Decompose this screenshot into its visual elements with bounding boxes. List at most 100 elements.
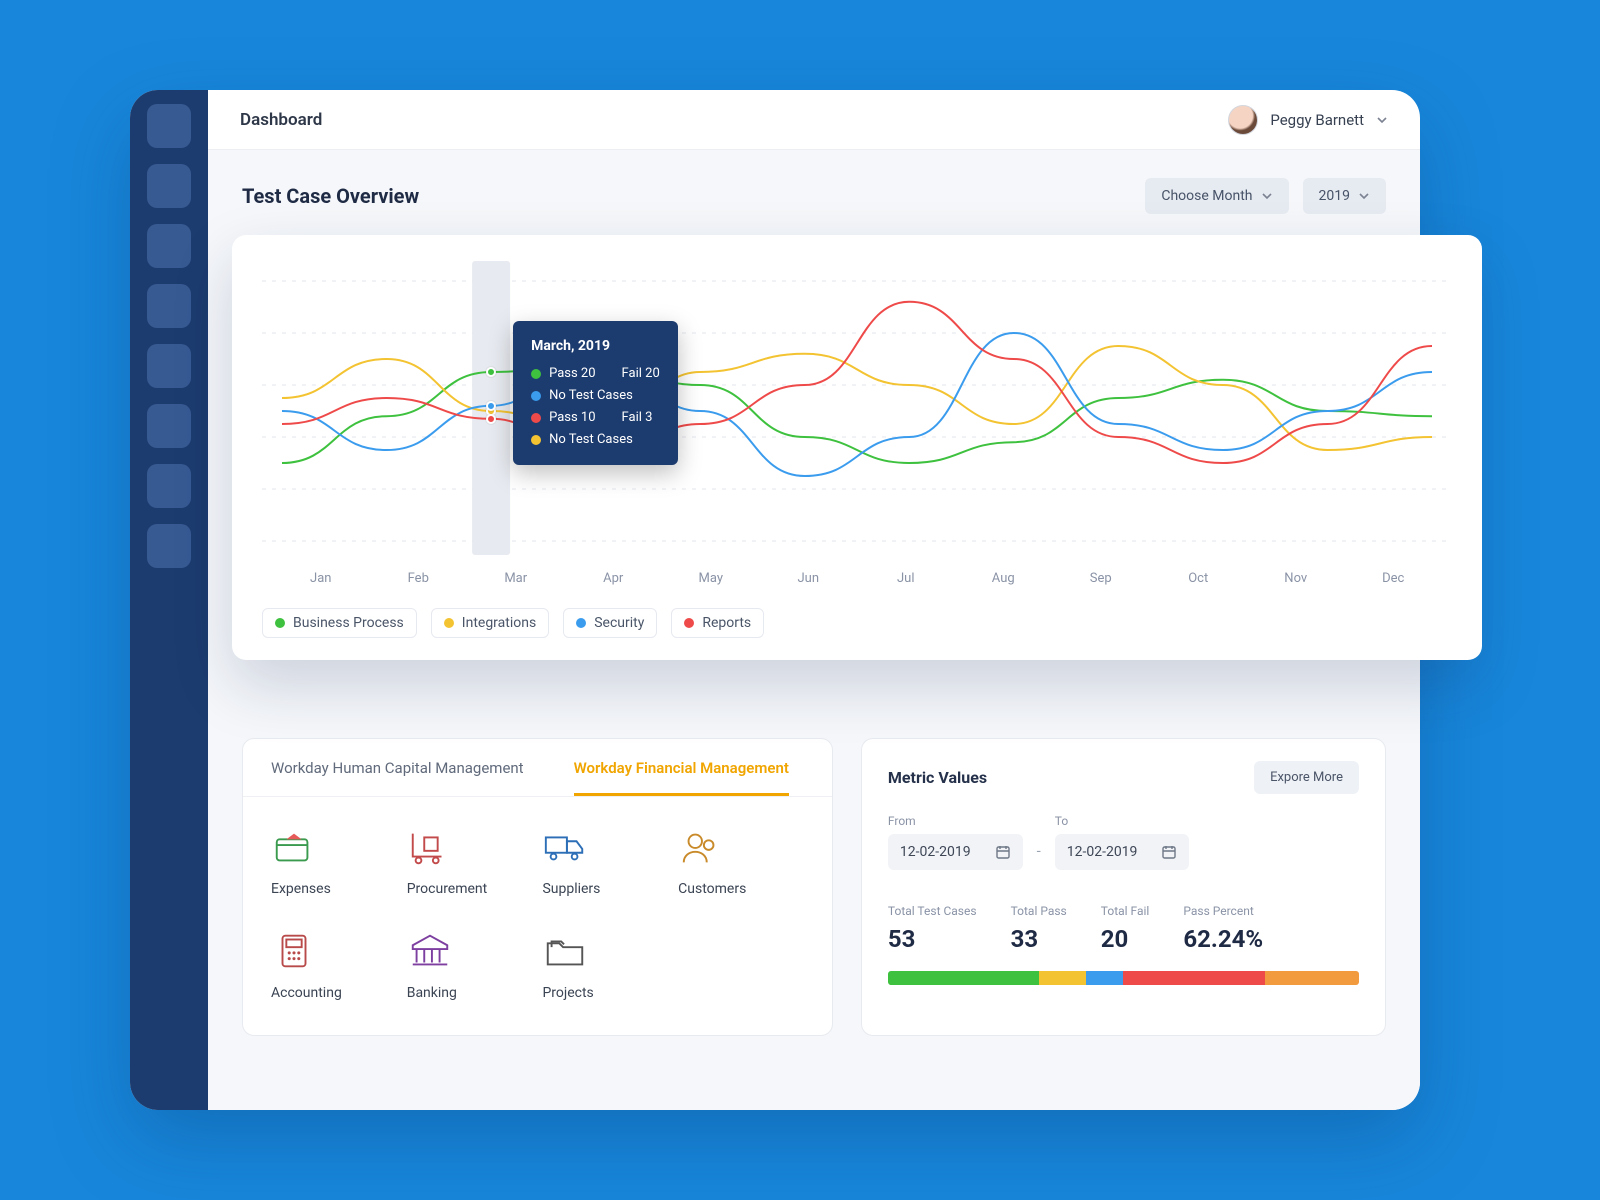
x-tick: Jun (760, 571, 858, 586)
date-range: From 12-02-2019 - To 12-02-2019 (888, 814, 1359, 870)
folder-icon (542, 931, 588, 971)
from-label: From (888, 814, 1023, 828)
explore-more-button[interactable]: Expore More (1254, 761, 1359, 794)
calendar-icon (995, 844, 1011, 860)
chevron-down-icon (1261, 190, 1273, 202)
tile-suppliers[interactable]: Suppliers (542, 827, 668, 897)
tile-grid: Expenses Procurement Suppliers Cust (243, 797, 832, 1035)
x-tick: Feb (370, 571, 468, 586)
x-tick: Nov (1247, 571, 1345, 586)
bar-seg-orange (1265, 971, 1359, 985)
dot-icon (684, 618, 694, 628)
to-label: To (1055, 814, 1190, 828)
stats-row: Total Test Cases 53 Total Pass 33 Total … (888, 900, 1359, 953)
tile-expenses[interactable]: Expenses (271, 827, 397, 897)
tile-label: Projects (542, 985, 593, 1001)
calculator-icon (271, 931, 317, 971)
tile-accounting[interactable]: Accounting (271, 931, 397, 1001)
x-tick: Sep (1052, 571, 1150, 586)
overview-filters: Choose Month 2019 (1145, 178, 1386, 214)
breadcrumb: Dashboard (240, 110, 322, 130)
dot-icon (275, 618, 285, 628)
user-name: Peggy Barnett (1270, 111, 1364, 129)
tile-label: Accounting (271, 985, 342, 1001)
legend-business-process[interactable]: Business Process (262, 608, 417, 638)
lower-row: Workday Human Capital Management Workday… (242, 738, 1386, 1036)
stat-label: Pass Percent (1183, 904, 1253, 918)
dot-icon (444, 618, 454, 628)
legend-label: Reports (702, 615, 751, 631)
bar-seg-green (888, 971, 1039, 985)
bar-seg-yellow (1039, 971, 1086, 985)
stat-label: Total Fail (1101, 904, 1150, 918)
from-date-input[interactable]: 12-02-2019 (888, 834, 1023, 870)
tile-customers[interactable]: Customers (678, 827, 804, 897)
x-tick: Jan (272, 571, 370, 586)
distribution-bar (888, 971, 1359, 985)
x-tick: Dec (1345, 571, 1443, 586)
stat-value: 62.24% (1183, 925, 1263, 953)
nav-item-3[interactable] (147, 224, 191, 268)
nav-item-4[interactable] (147, 284, 191, 328)
wallet-icon (271, 827, 317, 867)
stat-total-fail: Total Fail 20 (1101, 900, 1150, 953)
tile-label: Banking (407, 985, 457, 1001)
nav-item-5[interactable] (147, 344, 191, 388)
overview-header: Test Case Overview Choose Month 2019 (208, 150, 1420, 238)
legend-security[interactable]: Security (563, 608, 657, 638)
x-tick: Oct (1150, 571, 1248, 586)
trolley-icon (407, 827, 453, 867)
truck-icon (542, 827, 588, 867)
range-separator: - (1037, 842, 1041, 870)
month-select[interactable]: Choose Month (1145, 178, 1288, 214)
legend-reports[interactable]: Reports (671, 608, 764, 638)
legend-label: Integrations (462, 615, 536, 631)
stat-label: Total Test Cases (888, 904, 977, 918)
year-select[interactable]: 2019 (1303, 178, 1386, 214)
tile-label: Expenses (271, 881, 331, 897)
chart-marker (486, 414, 496, 424)
nav-item-1[interactable] (147, 104, 191, 148)
nav-item-8[interactable] (147, 524, 191, 568)
tile-label: Suppliers (542, 881, 600, 897)
stat-total-pass: Total Pass 33 (1011, 900, 1067, 953)
tab-financial[interactable]: Workday Financial Management (574, 759, 789, 796)
nav-item-2[interactable] (147, 164, 191, 208)
tabs: Workday Human Capital Management Workday… (243, 739, 832, 797)
bank-icon (407, 931, 453, 971)
users-icon (678, 827, 724, 867)
to-date-input[interactable]: 12-02-2019 (1055, 834, 1190, 870)
year-select-label: 2019 (1319, 188, 1350, 204)
x-tick: Jul (857, 571, 955, 586)
dot-icon (576, 618, 586, 628)
bar-seg-red (1123, 971, 1264, 985)
chart-card: March, 2019Pass 20Fail 20No Test CasesPa… (232, 235, 1482, 660)
calendar-icon (1161, 844, 1177, 860)
legend-label: Business Process (293, 615, 404, 631)
from-date-value: 12-02-2019 (900, 844, 971, 860)
stat-value: 33 (1011, 925, 1067, 953)
x-tick: Mar (467, 571, 565, 586)
tab-hcm[interactable]: Workday Human Capital Management (271, 759, 524, 796)
tile-label: Procurement (407, 881, 488, 897)
chevron-down-icon (1358, 190, 1370, 202)
stat-total-cases: Total Test Cases 53 (888, 900, 977, 953)
tile-projects[interactable]: Projects (542, 931, 668, 1001)
tile-procurement[interactable]: Procurement (407, 827, 533, 897)
avatar (1228, 105, 1258, 135)
nav-item-6[interactable] (147, 404, 191, 448)
x-tick: May (662, 571, 760, 586)
stat-value: 20 (1101, 925, 1150, 953)
bar-seg-blue (1086, 971, 1124, 985)
chevron-down-icon (1376, 114, 1388, 126)
chart-plot[interactable]: March, 2019Pass 20Fail 20No Test CasesPa… (262, 261, 1452, 561)
stat-value: 53 (888, 925, 977, 953)
legend-label: Security (594, 615, 644, 631)
chart-marker (486, 401, 496, 411)
tile-banking[interactable]: Banking (407, 931, 533, 1001)
nav-item-7[interactable] (147, 464, 191, 508)
legend-integrations[interactable]: Integrations (431, 608, 549, 638)
user-menu[interactable]: Peggy Barnett (1228, 105, 1388, 135)
stat-pass-pct: Pass Percent 62.24% (1183, 900, 1263, 953)
chart-svg (262, 261, 1452, 561)
